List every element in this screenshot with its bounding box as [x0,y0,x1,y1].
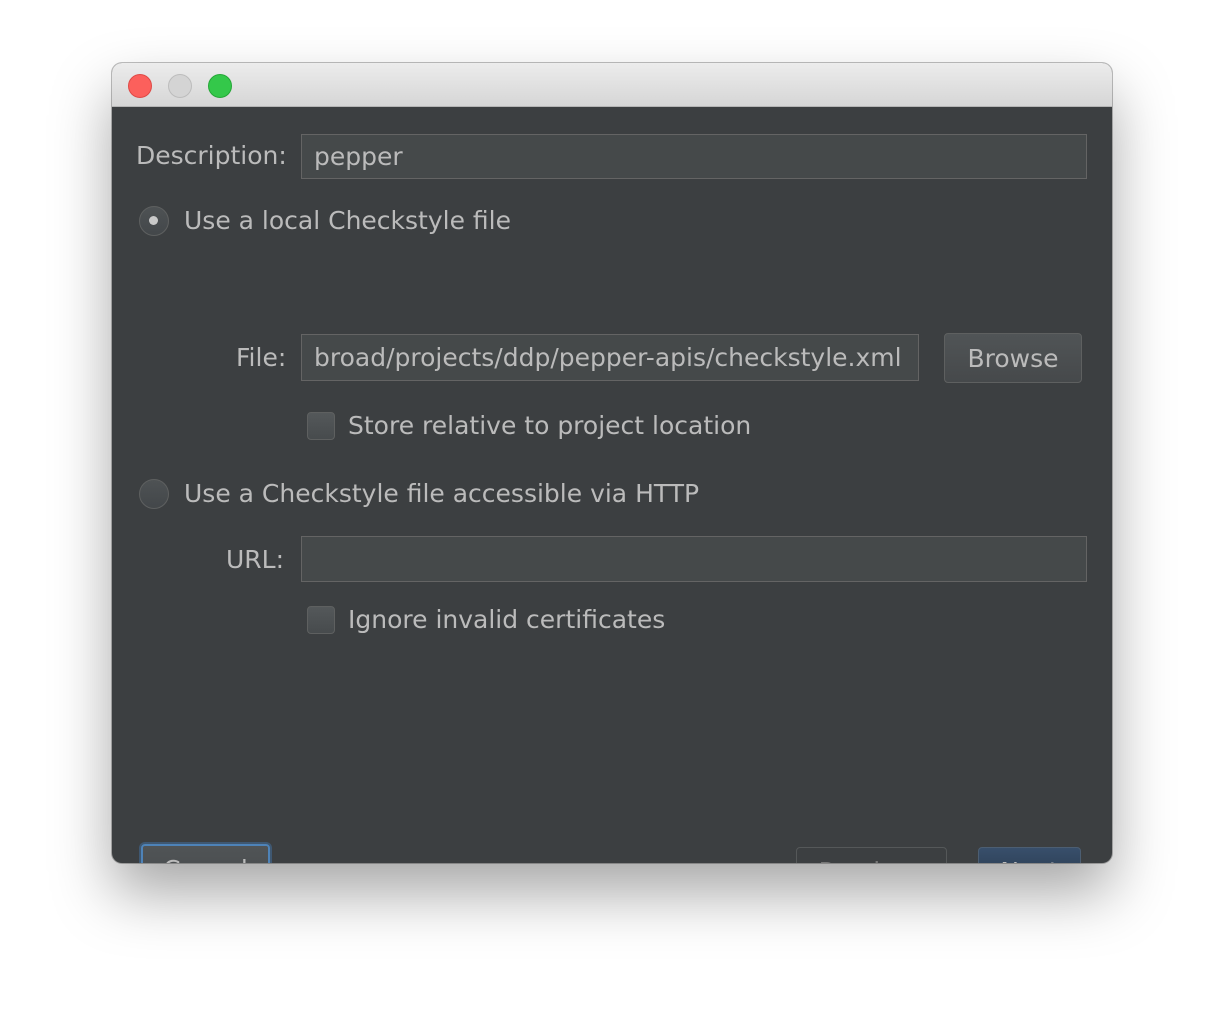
description-input[interactable] [301,134,1087,179]
http-file-radio[interactable] [139,479,169,509]
previous-button[interactable]: Previous [796,847,947,863]
ignore-certificates-checkbox[interactable] [307,606,335,634]
local-file-radio[interactable] [139,206,169,236]
url-label: URL: [226,545,285,574]
dialog-window: Description: Use a local Checkstyle file… [112,63,1112,863]
zoom-window-icon[interactable] [208,74,232,98]
next-button[interactable]: Next [978,847,1081,863]
browse-button[interactable]: Browse [944,333,1082,383]
file-label: File: [236,343,287,372]
cancel-button[interactable]: Cancel [141,844,270,863]
radio-selected-dot [149,216,158,225]
minimize-window-icon[interactable] [168,74,192,98]
store-relative-label[interactable]: Store relative to project location [348,411,751,441]
close-window-icon[interactable] [128,74,152,98]
description-label: Description: [136,141,287,170]
file-path-input[interactable] [301,334,919,381]
http-file-radio-label[interactable]: Use a Checkstyle file accessible via HTT… [184,479,699,509]
title-bar [112,63,1112,107]
url-input[interactable] [301,536,1087,582]
store-relative-checkbox[interactable] [307,412,335,440]
dialog-content: Description: Use a local Checkstyle file… [112,107,1112,863]
ignore-certificates-label[interactable]: Ignore invalid certificates [348,605,665,635]
local-file-radio-label[interactable]: Use a local Checkstyle file [184,206,511,236]
